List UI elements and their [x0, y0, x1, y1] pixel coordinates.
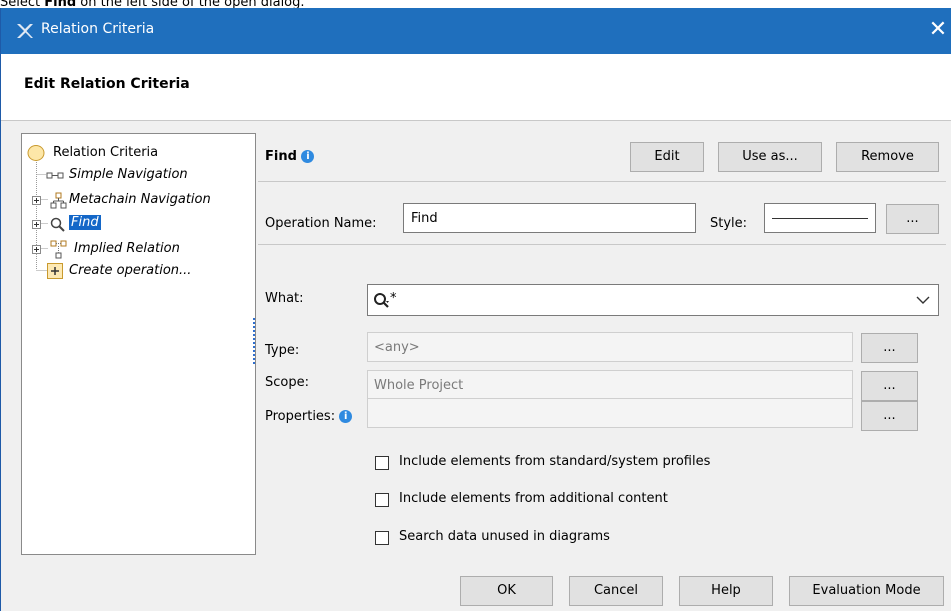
relation-criteria-icon [27, 145, 45, 161]
chevron-down-icon[interactable] [916, 296, 930, 305]
remove-button[interactable]: Remove [836, 142, 939, 172]
search-icon [374, 293, 389, 308]
type-label: Type: [265, 343, 300, 358]
tree-item-label: Implied Relation [74, 241, 180, 256]
relation-criteria-dialog: Relation Criteria ✕ Edit Relation Criter… [0, 8, 951, 611]
title-bar[interactable]: Relation Criteria ✕ [1, 8, 951, 54]
tree-item-label: Metachain Navigation [69, 192, 211, 207]
separator [258, 244, 946, 245]
type-field[interactable]: <any> [367, 332, 853, 362]
app-icon [17, 24, 33, 38]
operation-name-field[interactable]: Find [403, 203, 696, 233]
dialog-header: Edit Relation Criteria [1, 54, 951, 121]
expand-icon[interactable] [32, 220, 41, 229]
evaluation-mode-button[interactable]: Evaluation Mode [789, 576, 944, 606]
panel-title-text: Find [265, 149, 297, 164]
implied-relation-icon [50, 240, 67, 259]
find-icon [50, 217, 65, 232]
scope-label: Scope: [265, 375, 309, 390]
type-browse-button[interactable]: ... [861, 333, 918, 363]
checkbox[interactable] [375, 493, 389, 507]
tree-item-label: Create operation... [69, 263, 192, 278]
operation-name-label: Operation Name: [265, 216, 377, 231]
help-button[interactable]: Help [679, 576, 773, 606]
close-icon[interactable]: ✕ [924, 16, 951, 44]
checkbox[interactable] [375, 531, 389, 545]
separator [258, 181, 946, 182]
scope-value: Whole Project [374, 378, 464, 393]
header-title: Edit Relation Criteria [24, 76, 190, 92]
simple-navigation-icon [46, 172, 64, 179]
properties-label: Properties: [265, 409, 336, 424]
info-icon[interactable]: i [301, 150, 315, 163]
metachain-icon [50, 192, 67, 209]
properties-browse-button[interactable]: ... [861, 401, 918, 431]
tree-item-label: Simple Navigation [69, 167, 188, 182]
ok-button[interactable]: OK [460, 576, 553, 606]
window-title: Relation Criteria [41, 21, 155, 37]
tree-item-label: Find [69, 215, 101, 230]
properties-field[interactable] [367, 398, 853, 428]
what-combobox[interactable]: * [367, 284, 939, 316]
panel-title: Find i [265, 149, 315, 164]
info-icon[interactable]: i [339, 410, 353, 423]
scope-field[interactable]: Whole Project [367, 370, 853, 400]
what-label: What: [265, 291, 304, 306]
checkbox-label: Include elements from standard/system pr… [399, 454, 711, 469]
tree-root-label: Relation Criteria [53, 145, 159, 160]
style-browse-button[interactable]: ... [886, 204, 939, 234]
type-value: <any> [374, 340, 420, 355]
cancel-button[interactable]: Cancel [569, 576, 663, 606]
style-field[interactable] [764, 203, 876, 233]
style-label: Style: [710, 216, 748, 231]
edit-button[interactable]: Edit [630, 142, 704, 172]
scope-browse-button[interactable]: ... [861, 371, 918, 401]
properties-label-group: Properties: i [265, 409, 353, 424]
checkbox[interactable] [375, 456, 389, 470]
checkbox-label: Search data unused in diagrams [399, 529, 610, 544]
splitter-handle[interactable] [253, 318, 257, 364]
operation-name-value: Find [411, 211, 438, 226]
expand-icon[interactable] [32, 196, 41, 205]
checkbox-label: Include elements from additional content [399, 491, 668, 506]
expand-icon[interactable] [32, 245, 41, 254]
style-line-preview [772, 218, 868, 219]
add-icon [47, 263, 63, 279]
operations-tree[interactable]: Relation Criteria Simple Navigation Meta… [21, 133, 256, 555]
use-as-button[interactable]: Use as... [718, 142, 822, 172]
what-value: * [390, 291, 397, 306]
